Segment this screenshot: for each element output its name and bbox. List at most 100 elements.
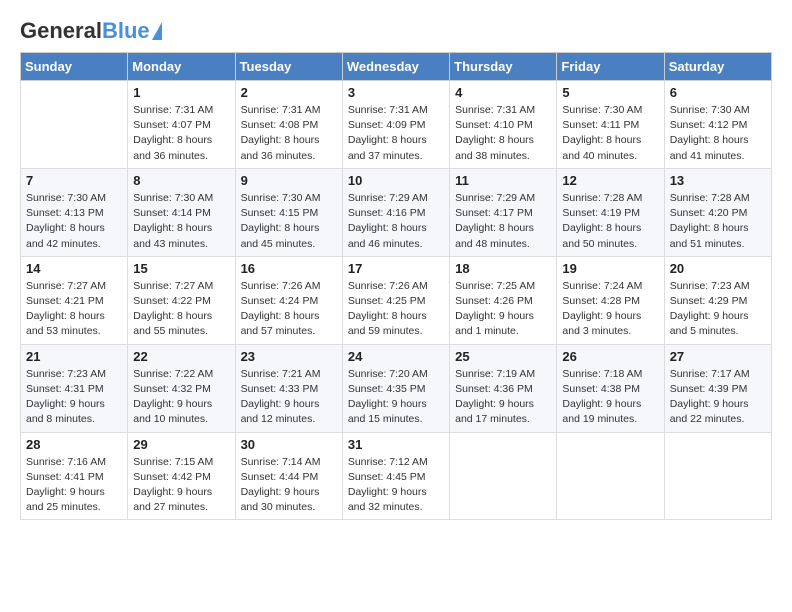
day-number: 22 — [133, 349, 229, 364]
calendar-day-cell: 22 Sunrise: 7:22 AM Sunset: 4:32 PM Dayli… — [128, 344, 235, 432]
day-number: 4 — [455, 85, 551, 100]
calendar-header-row: SundayMondayTuesdayWednesdayThursdayFrid… — [21, 53, 772, 81]
day-info: Sunrise: 7:27 AM Sunset: 4:21 PM Dayligh… — [26, 279, 122, 340]
day-info: Sunrise: 7:23 AM Sunset: 4:29 PM Dayligh… — [670, 279, 766, 340]
day-info: Sunrise: 7:15 AM Sunset: 4:42 PM Dayligh… — [133, 455, 229, 516]
day-number: 25 — [455, 349, 551, 364]
day-of-week-header: Monday — [128, 53, 235, 81]
day-number: 23 — [241, 349, 337, 364]
calendar-week-row: 1 Sunrise: 7:31 AM Sunset: 4:07 PM Daylig… — [21, 81, 772, 169]
day-of-week-header: Friday — [557, 53, 664, 81]
day-of-week-header: Saturday — [664, 53, 771, 81]
day-number: 17 — [348, 261, 444, 276]
day-info: Sunrise: 7:31 AM Sunset: 4:07 PM Dayligh… — [133, 103, 229, 164]
calendar-week-row: 7 Sunrise: 7:30 AM Sunset: 4:13 PM Daylig… — [21, 168, 772, 256]
calendar-day-cell: 20Sunrise: 7:23 AM Sunset: 4:29 PM Dayli… — [664, 256, 771, 344]
day-info: Sunrise: 7:31 AM Sunset: 4:08 PM Dayligh… — [241, 103, 337, 164]
day-number: 10 — [348, 173, 444, 188]
day-number: 14 — [26, 261, 122, 276]
day-info: Sunrise: 7:26 AM Sunset: 4:24 PM Dayligh… — [241, 279, 337, 340]
day-of-week-header: Thursday — [450, 53, 557, 81]
calendar-day-cell: 8 Sunrise: 7:30 AM Sunset: 4:14 PM Daylig… — [128, 168, 235, 256]
day-number: 13 — [670, 173, 766, 188]
day-info: Sunrise: 7:31 AM Sunset: 4:10 PM Dayligh… — [455, 103, 551, 164]
calendar-day-cell: 5Sunrise: 7:30 AM Sunset: 4:11 PM Daylig… — [557, 81, 664, 169]
calendar-day-cell: 6 Sunrise: 7:30 AM Sunset: 4:12 PM Daylig… — [664, 81, 771, 169]
day-info: Sunrise: 7:16 AM Sunset: 4:41 PM Dayligh… — [26, 455, 122, 516]
day-info: Sunrise: 7:18 AM Sunset: 4:38 PM Dayligh… — [562, 367, 658, 428]
day-number: 3 — [348, 85, 444, 100]
calendar-day-cell: 29 Sunrise: 7:15 AM Sunset: 4:42 PM Dayli… — [128, 432, 235, 520]
day-number: 19 — [562, 261, 658, 276]
calendar-day-cell: 18 Sunrise: 7:25 AM Sunset: 4:26 PM Dayli… — [450, 256, 557, 344]
day-number: 16 — [241, 261, 337, 276]
day-info: Sunrise: 7:22 AM Sunset: 4:32 PM Dayligh… — [133, 367, 229, 428]
day-number: 29 — [133, 437, 229, 452]
calendar-day-cell: 3 Sunrise: 7:31 AM Sunset: 4:09 PM Daylig… — [342, 81, 449, 169]
day-info: Sunrise: 7:27 AM Sunset: 4:22 PM Dayligh… — [133, 279, 229, 340]
day-number: 18 — [455, 261, 551, 276]
day-info: Sunrise: 7:29 AM Sunset: 4:16 PM Dayligh… — [348, 191, 444, 252]
day-info: Sunrise: 7:20 AM Sunset: 4:35 PM Dayligh… — [348, 367, 444, 428]
logo-triangle-icon — [152, 22, 162, 40]
calendar-day-cell: 10 Sunrise: 7:29 AM Sunset: 4:16 PM Dayli… — [342, 168, 449, 256]
calendar-day-cell: 25 Sunrise: 7:19 AM Sunset: 4:36 PM Dayli… — [450, 344, 557, 432]
day-info: Sunrise: 7:30 AM Sunset: 4:13 PM Dayligh… — [26, 191, 122, 252]
calendar-week-row: 14 Sunrise: 7:27 AM Sunset: 4:21 PM Dayli… — [21, 256, 772, 344]
day-number: 9 — [241, 173, 337, 188]
day-number: 8 — [133, 173, 229, 188]
calendar-day-cell: 24 Sunrise: 7:20 AM Sunset: 4:35 PM Dayli… — [342, 344, 449, 432]
calendar-day-cell: 7 Sunrise: 7:30 AM Sunset: 4:13 PM Daylig… — [21, 168, 128, 256]
calendar-day-cell: 28Sunrise: 7:16 AM Sunset: 4:41 PM Dayli… — [21, 432, 128, 520]
day-of-week-header: Tuesday — [235, 53, 342, 81]
day-number: 1 — [133, 85, 229, 100]
day-info: Sunrise: 7:30 AM Sunset: 4:15 PM Dayligh… — [241, 191, 337, 252]
day-info: Sunrise: 7:12 AM Sunset: 4:45 PM Dayligh… — [348, 455, 444, 516]
calendar-day-cell: 14 Sunrise: 7:27 AM Sunset: 4:21 PM Dayli… — [21, 256, 128, 344]
day-info: Sunrise: 7:17 AM Sunset: 4:39 PM Dayligh… — [670, 367, 766, 428]
day-info: Sunrise: 7:30 AM Sunset: 4:12 PM Dayligh… — [670, 103, 766, 164]
calendar-day-cell: 21Sunrise: 7:23 AM Sunset: 4:31 PM Dayli… — [21, 344, 128, 432]
day-info: Sunrise: 7:26 AM Sunset: 4:25 PM Dayligh… — [348, 279, 444, 340]
day-info: Sunrise: 7:28 AM Sunset: 4:19 PM Dayligh… — [562, 191, 658, 252]
day-info: Sunrise: 7:25 AM Sunset: 4:26 PM Dayligh… — [455, 279, 551, 340]
calendar-day-cell: 15Sunrise: 7:27 AM Sunset: 4:22 PM Dayli… — [128, 256, 235, 344]
calendar-day-cell: 12Sunrise: 7:28 AM Sunset: 4:19 PM Dayli… — [557, 168, 664, 256]
day-info: Sunrise: 7:23 AM Sunset: 4:31 PM Dayligh… — [26, 367, 122, 428]
calendar-day-cell: 30 Sunrise: 7:14 AM Sunset: 4:44 PM Dayli… — [235, 432, 342, 520]
logo-text: GeneralBlue — [20, 20, 150, 42]
day-number: 2 — [241, 85, 337, 100]
calendar-table: SundayMondayTuesdayWednesdayThursdayFrid… — [20, 52, 772, 520]
day-info: Sunrise: 7:29 AM Sunset: 4:17 PM Dayligh… — [455, 191, 551, 252]
day-info: Sunrise: 7:24 AM Sunset: 4:28 PM Dayligh… — [562, 279, 658, 340]
day-info: Sunrise: 7:31 AM Sunset: 4:09 PM Dayligh… — [348, 103, 444, 164]
day-number: 6 — [670, 85, 766, 100]
day-info: Sunrise: 7:30 AM Sunset: 4:14 PM Dayligh… — [133, 191, 229, 252]
day-number: 7 — [26, 173, 122, 188]
calendar-day-cell: 19 Sunrise: 7:24 AM Sunset: 4:28 PM Dayli… — [557, 256, 664, 344]
calendar-day-cell — [21, 81, 128, 169]
day-number: 24 — [348, 349, 444, 364]
day-info: Sunrise: 7:19 AM Sunset: 4:36 PM Dayligh… — [455, 367, 551, 428]
calendar-day-cell: 17 Sunrise: 7:26 AM Sunset: 4:25 PM Dayli… — [342, 256, 449, 344]
day-number: 11 — [455, 173, 551, 188]
calendar-day-cell: 13 Sunrise: 7:28 AM Sunset: 4:20 PM Dayli… — [664, 168, 771, 256]
calendar-day-cell: 11 Sunrise: 7:29 AM Sunset: 4:17 PM Dayli… — [450, 168, 557, 256]
logo: GeneralBlue — [20, 20, 162, 42]
day-of-week-header: Wednesday — [342, 53, 449, 81]
calendar-day-cell: 16 Sunrise: 7:26 AM Sunset: 4:24 PM Dayli… — [235, 256, 342, 344]
day-info: Sunrise: 7:21 AM Sunset: 4:33 PM Dayligh… — [241, 367, 337, 428]
calendar-day-cell: 27 Sunrise: 7:17 AM Sunset: 4:39 PM Dayli… — [664, 344, 771, 432]
day-of-week-header: Sunday — [21, 53, 128, 81]
day-number: 30 — [241, 437, 337, 452]
calendar-day-cell — [664, 432, 771, 520]
calendar-day-cell — [557, 432, 664, 520]
day-number: 27 — [670, 349, 766, 364]
day-number: 26 — [562, 349, 658, 364]
calendar-day-cell: 26 Sunrise: 7:18 AM Sunset: 4:38 PM Dayli… — [557, 344, 664, 432]
calendar-week-row: 28Sunrise: 7:16 AM Sunset: 4:41 PM Dayli… — [21, 432, 772, 520]
day-info: Sunrise: 7:14 AM Sunset: 4:44 PM Dayligh… — [241, 455, 337, 516]
day-info: Sunrise: 7:28 AM Sunset: 4:20 PM Dayligh… — [670, 191, 766, 252]
calendar-day-cell: 31Sunrise: 7:12 AM Sunset: 4:45 PM Dayli… — [342, 432, 449, 520]
calendar-day-cell: 23 Sunrise: 7:21 AM Sunset: 4:33 PM Dayli… — [235, 344, 342, 432]
